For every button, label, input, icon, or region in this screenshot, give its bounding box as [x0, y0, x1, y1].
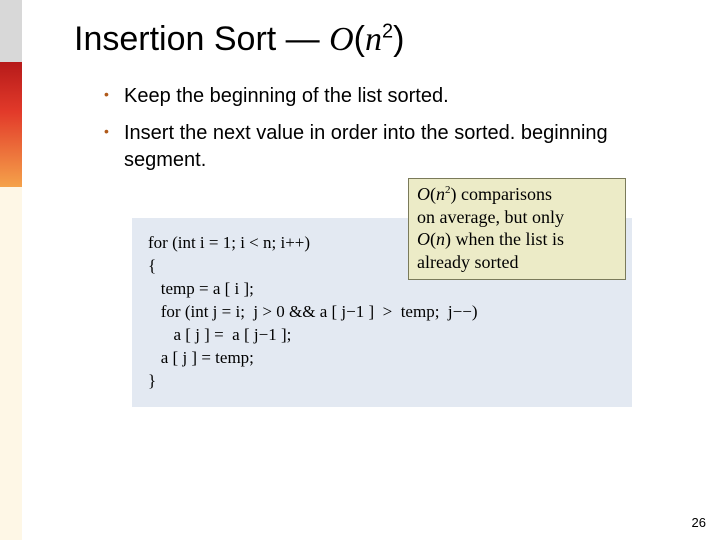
note-O: O	[417, 184, 430, 204]
title-prefix: Insertion Sort —	[74, 20, 329, 58]
bigO-var: n	[365, 21, 382, 58]
bullet-item: Keep the beginning of the list sorted.	[104, 83, 680, 110]
note-line4: already sorted	[417, 252, 518, 272]
bigO-O: O	[329, 21, 354, 58]
bullet-list: Keep the beginning of the list sorted. I…	[80, 83, 680, 174]
bigO-exp: 2	[382, 21, 393, 43]
bigO-close: )	[393, 20, 404, 58]
note-var: n	[436, 184, 445, 204]
note-callout: O(n2) comparisons on average, but only O…	[408, 178, 626, 280]
bullet-item: Insert the next value in order into the …	[104, 120, 680, 174]
note-var2: n	[436, 229, 445, 249]
page-number: 26	[692, 515, 706, 530]
note-rest3: ) when the list is	[445, 229, 564, 249]
note-line2: on average, but only	[417, 207, 564, 227]
bigO-open: (	[354, 20, 365, 58]
slide-title: Insertion Sort — O(n2)	[74, 20, 680, 59]
note-O2: O	[417, 229, 430, 249]
note-rest1: ) comparisons	[451, 184, 552, 204]
